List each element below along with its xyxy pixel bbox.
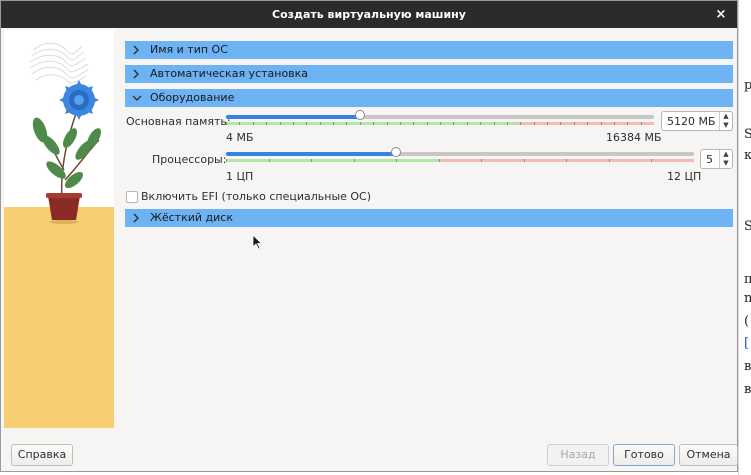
mouse-pointer-icon: [252, 234, 263, 250]
section-hardware[interactable]: Оборудование: [125, 89, 733, 107]
memory-spin-arrows: ▲ ▼: [719, 112, 732, 130]
help-button[interactable]: Справка: [11, 444, 73, 466]
bg-glyph: [: [744, 336, 750, 351]
efi-label[interactable]: Включить EFI (только специальные ОС): [141, 190, 371, 203]
cpu-spinbox[interactable]: ▲ ▼: [700, 149, 733, 169]
memory-ticks: [226, 122, 642, 125]
memory-label: Основная память:: [126, 115, 231, 128]
chevron-right-icon: [131, 66, 143, 82]
cpu-slider-fill: [226, 152, 396, 156]
cpu-min-label: 1 ЦП: [226, 170, 254, 183]
bg-glyph: (: [744, 314, 750, 329]
background-window: р S к S п n ( [ в в: [738, 0, 751, 475]
memory-value-input[interactable]: [662, 112, 720, 130]
window-title: Создать виртуальную машину: [272, 8, 466, 21]
spin-up-icon[interactable]: ▲: [720, 150, 732, 159]
memory-slider-fill: [226, 115, 360, 119]
cancel-button[interactable]: Отмена: [679, 444, 738, 466]
chevron-right-icon: [131, 42, 143, 58]
cpu-value-input[interactable]: [701, 150, 721, 168]
efi-checkbox[interactable]: [126, 191, 138, 203]
section-hard-disk[interactable]: Жёсткий диск: [125, 209, 733, 227]
bg-glyph: в: [744, 359, 751, 374]
section-os-name-type[interactable]: Имя и тип ОС: [125, 41, 733, 59]
memory-min-label: 4 МБ: [226, 131, 254, 144]
section-label: Автоматическая установка: [150, 67, 309, 80]
section-unattended-install[interactable]: Автоматическая установка: [125, 65, 733, 83]
chevron-down-icon: [131, 90, 143, 106]
memory-max-label: 16384 МБ: [606, 131, 662, 144]
memory-spinbox[interactable]: ▲ ▼: [661, 111, 733, 131]
cpu-ticks: [226, 159, 652, 162]
bg-glyph: S: [744, 219, 751, 234]
back-button[interactable]: Назад: [547, 444, 609, 466]
bg-glyph: S: [744, 127, 751, 142]
spin-down-icon[interactable]: ▼: [720, 159, 732, 168]
bg-glyph: р: [744, 78, 751, 93]
cpu-max-label: 12 ЦП: [667, 170, 702, 183]
memory-slider-handle[interactable]: [355, 110, 365, 120]
section-label: Оборудование: [150, 91, 235, 104]
memory-slider[interactable]: [226, 110, 654, 120]
bg-glyph: n: [744, 291, 751, 306]
cpu-label: Процессоры:: [152, 153, 227, 166]
finish-button[interactable]: Готово: [613, 444, 675, 466]
spin-up-icon[interactable]: ▲: [720, 112, 732, 121]
chevron-right-icon: [131, 210, 143, 226]
spin-down-icon[interactable]: ▼: [720, 121, 732, 130]
cpu-slider-handle[interactable]: [391, 147, 401, 157]
main-content: Имя и тип ОС Автоматическая установка Об…: [125, 41, 734, 421]
section-label: Имя и тип ОС: [150, 43, 228, 56]
close-icon[interactable]: ×: [713, 1, 729, 28]
title-bar: Создать виртуальную машину ×: [1, 1, 737, 28]
bg-glyph: п: [744, 272, 751, 287]
section-label: Жёсткий диск: [150, 211, 233, 224]
create-vm-dialog: Создать виртуальную машину × Имя и тип О…: [0, 0, 738, 472]
bg-glyph: к: [744, 148, 751, 163]
side-illustration: [4, 30, 114, 428]
plant-illustration: [4, 42, 114, 428]
cpu-slider[interactable]: [226, 147, 694, 157]
cpu-spin-arrows: ▲ ▼: [719, 150, 732, 168]
bg-glyph: в: [744, 382, 751, 397]
